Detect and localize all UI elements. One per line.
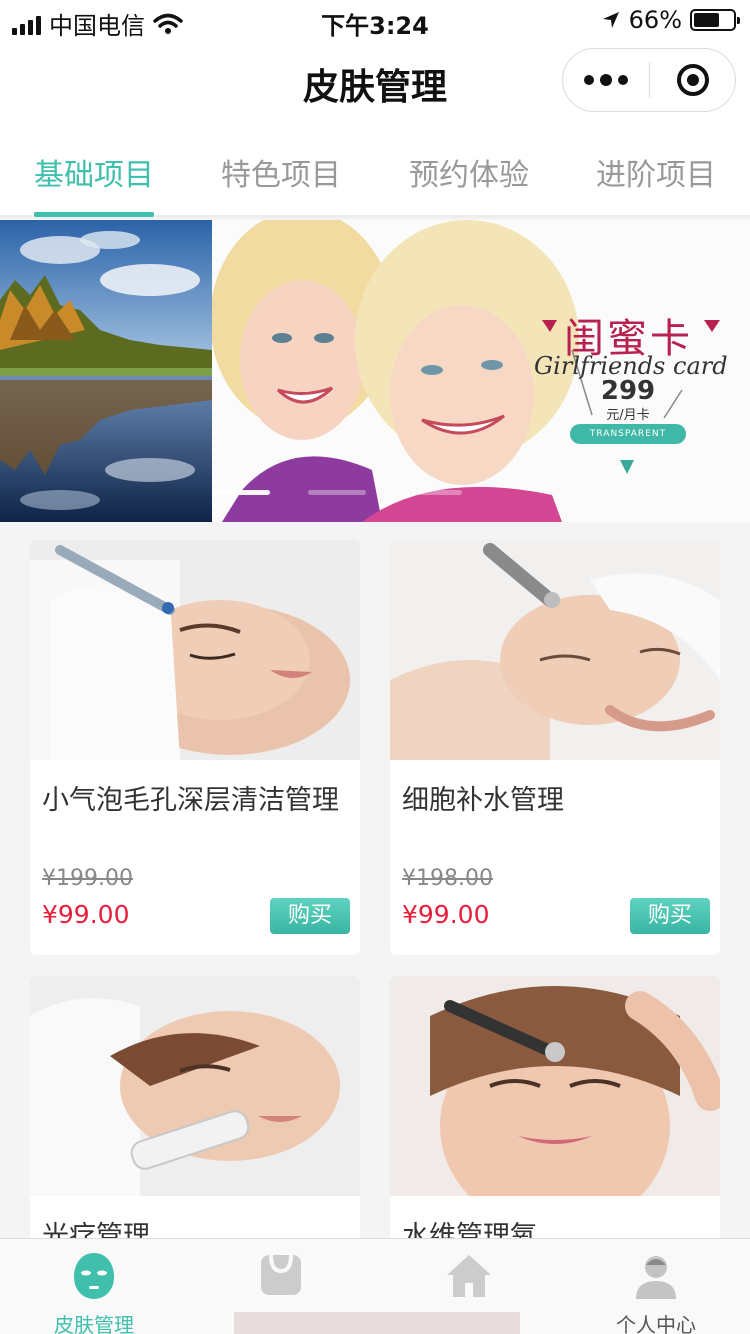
product-name: 细胞补水管理 <box>402 785 564 816</box>
product-photo[interactable] <box>30 540 360 760</box>
tabbar-label: 皮肤管理 <box>54 1313 134 1334</box>
banner-slide-lake[interactable] <box>0 220 212 522</box>
mini-program-capsule <box>562 48 736 112</box>
banner-dot[interactable] <box>404 490 462 495</box>
battery-percent: 66% <box>628 6 682 34</box>
banner-dot[interactable] <box>308 490 366 495</box>
promo-unit: 元/月卡 <box>606 408 650 423</box>
more-dots-icon[interactable] <box>563 49 649 111</box>
product-card[interactable]: 小气泡毛孔深层清洁管理 ¥199.00 ¥99.00 购买 <box>30 540 360 955</box>
tab-advanced[interactable]: 进阶项目 <box>562 150 750 194</box>
home-icon <box>447 1255 491 1297</box>
sale-price: ¥99.00 <box>402 900 490 929</box>
product-card[interactable]: 光疗管理 <box>30 976 360 1256</box>
product-photo[interactable] <box>390 976 720 1196</box>
target-close-icon[interactable] <box>650 49 735 111</box>
promo-price: 299 <box>600 376 656 406</box>
nav-bar: 皮肤管理 <box>0 40 750 128</box>
tab-indicator <box>34 212 154 217</box>
banner-pagination <box>212 490 462 495</box>
status-right: 66% <box>601 6 740 34</box>
product-card[interactable]: 细胞补水管理 ¥198.00 ¥99.00 购买 <box>390 540 720 955</box>
redacted-area <box>234 1312 520 1334</box>
original-price: ¥198.00 <box>402 866 493 891</box>
user-icon <box>636 1256 676 1299</box>
tab-featured[interactable]: 特色项目 <box>187 150 375 194</box>
status-bar: 中国电信 下午3:24 66% <box>0 0 750 40</box>
face-mask-icon <box>74 1253 114 1299</box>
tabbar-label: 个人中心 <box>616 1313 696 1334</box>
product-name: 小气泡毛孔深层清洁管理 <box>42 785 339 816</box>
promo-tag: TRANSPARENT <box>570 424 686 444</box>
location-arrow-icon <box>602 12 619 28</box>
tab-basic[interactable]: 基础项目 <box>0 150 188 194</box>
category-tabs: 基础项目 特色项目 预约体验 进阶项目 <box>0 128 750 218</box>
product-photo[interactable] <box>30 976 360 1196</box>
original-price: ¥199.00 <box>42 866 133 891</box>
buy-button[interactable]: 购买 <box>270 898 350 934</box>
battery-fill <box>694 13 719 27</box>
buy-button[interactable]: 购买 <box>630 898 710 934</box>
sale-price: ¥99.00 <box>42 900 130 929</box>
banner-dot-active[interactable] <box>212 490 270 495</box>
product-photo[interactable] <box>390 540 720 760</box>
screen: 中国电信 下午3:24 66% 皮肤管理 基础项目 特色项目 预约体验 进阶项目… <box>0 0 750 1334</box>
tabbar-item-skin[interactable]: 皮肤管理 <box>0 1239 188 1334</box>
tab-booking[interactable]: 预约体验 <box>375 150 563 194</box>
product-card[interactable]: 水维管理氧 <box>390 976 720 1256</box>
tabbar-item-profile[interactable]: 个人中心 <box>562 1239 750 1334</box>
battery-icon <box>690 9 740 31</box>
shopping-bag-icon <box>261 1254 301 1295</box>
